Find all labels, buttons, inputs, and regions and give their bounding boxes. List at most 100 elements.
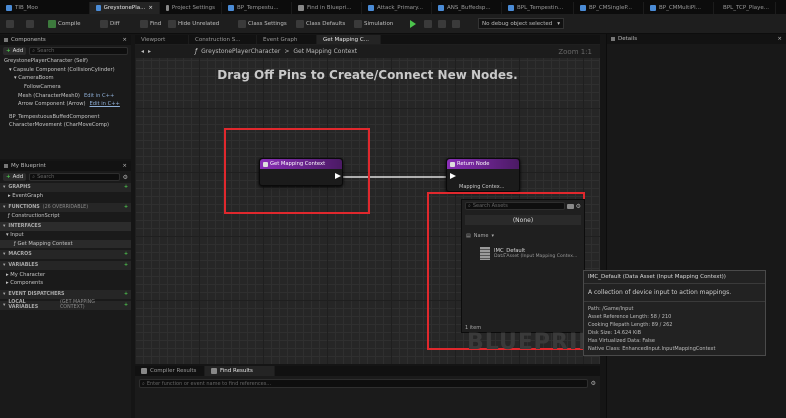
close-icon[interactable]: ×: [122, 163, 127, 169]
diff-button[interactable]: Diff: [100, 18, 120, 30]
components-search-input[interactable]: ⌕ Search: [29, 47, 128, 55]
tooltip-path: Path: /Game/Input: [588, 306, 634, 312]
tooltip-title: IMC_Default (Data Asset (Input Mapping C…: [584, 271, 765, 284]
return-node[interactable]: Return Node Mapping Contex...: [446, 158, 520, 192]
search-icon: ⌕: [32, 174, 36, 180]
edit-in-cpp-link[interactable]: Edit in C++: [90, 101, 120, 107]
tab-bpl-tcp[interactable]: BPL_TCP_Playe...: [714, 2, 776, 14]
blueprint-icon: [580, 5, 586, 11]
component-item[interactable]: BP_TempestuousBuffedComponent: [4, 113, 131, 122]
plus-icon[interactable]: +: [124, 292, 128, 297]
close-icon[interactable]: ×: [122, 37, 127, 43]
tab-bp-cmmulti[interactable]: BP_CMMultiPl...: [644, 2, 714, 14]
search-icon: ⌕: [468, 203, 471, 209]
tab-ans-buffed[interactable]: ANS_Buffedsp...: [432, 2, 502, 14]
macros-section[interactable]: ▾ MACROS +: [0, 250, 131, 260]
interface-item-get-mapping-context[interactable]: ƒ Get Mapping Context: [0, 239, 131, 249]
tab-greystone[interactable]: GreystonePla... ×: [90, 2, 160, 14]
components-panel: Components × + Add ⌕ Search GreystonePlayer…: [0, 35, 131, 159]
tab-project-settings[interactable]: Project Settings: [160, 2, 222, 14]
variable-group-components[interactable]: ▸ Components: [0, 279, 131, 288]
event-dispatchers-section[interactable]: ▾ EVENT DISPATCHERS +: [0, 289, 131, 299]
tab-bpl-tempestin[interactable]: BPL_Tempestin...: [502, 2, 574, 14]
class-settings-button[interactable]: Class Settings: [238, 18, 287, 30]
close-icon[interactable]: ×: [148, 5, 153, 11]
diff-icon: [100, 20, 108, 28]
simulation-label: Simulation: [364, 21, 394, 27]
browse-button[interactable]: [26, 18, 34, 30]
component-item[interactable]: ▾ Capsule Component (CollisionCylinder): [4, 66, 131, 75]
defaults-icon: [296, 20, 304, 28]
graphs-section[interactable]: ▾ GRAPHS +: [0, 183, 131, 192]
play-icon: [410, 20, 416, 28]
asset-search-input[interactable]: ⌕ Search Assets: [465, 202, 565, 210]
component-label: Capsule Component (CollisionCylinder): [13, 66, 115, 73]
interfaces-section[interactable]: ▾ INTERFACES: [0, 222, 131, 232]
tab-bp-cmsingle[interactable]: BP_CMSingleP...: [574, 2, 644, 14]
breadcrumb-root[interactable]: GreystonePlayerCharacter: [201, 48, 280, 55]
blueprint-graph-canvas[interactable]: Drag Off Pins to Create/Connect New Node…: [135, 44, 600, 364]
component-item[interactable]: ▾ CameraBoom: [4, 74, 131, 83]
component-item[interactable]: GreystonePlayerCharacter (Self): [4, 57, 131, 66]
variables-section[interactable]: ▾ VARIABLES +: [0, 261, 131, 271]
functions-section[interactable]: ▾ FUNCTIONS (26 OVERRIDABLE) +: [0, 202, 131, 212]
step-button[interactable]: [424, 18, 432, 30]
plus-icon[interactable]: +: [124, 303, 128, 308]
gear-icon[interactable]: ⚙: [123, 174, 128, 181]
find-references-input[interactable]: ⌕ Enter function or event name to find re…: [139, 379, 588, 388]
find-options-icon[interactable]: ⚙: [591, 380, 596, 387]
asset-search-placeholder: Search Assets: [472, 203, 508, 209]
variable-group-my-character[interactable]: ▸ My Character: [0, 270, 131, 279]
tab-label: Find in Bluepri...: [307, 5, 352, 11]
gear-icon[interactable]: ⚙: [576, 203, 581, 210]
hide-unrelated-button[interactable]: Hide Unrelated: [168, 18, 219, 30]
component-item[interactable]: FollowCamera: [4, 83, 131, 92]
options-button[interactable]: [452, 18, 460, 30]
document-tab-bar: TIB_Moo GreystonePla... × Project Setting…: [0, 0, 786, 14]
none-option[interactable]: (None): [465, 215, 581, 225]
edit-in-cpp-link[interactable]: Edit in C++: [84, 93, 114, 99]
find-button[interactable]: Find: [140, 18, 161, 30]
stop-icon: [438, 20, 446, 28]
add-member-button[interactable]: + Add: [3, 173, 27, 181]
add-component-button[interactable]: + Add: [3, 47, 27, 55]
tab-label: Attack_Primary...: [377, 5, 424, 11]
exec-in-pin[interactable]: [450, 173, 456, 179]
function-item-constructionscript[interactable]: ƒ ConstructionScript: [0, 212, 131, 221]
plus-icon[interactable]: +: [124, 185, 128, 190]
tab-tib-moo[interactable]: TIB_Moo: [0, 2, 90, 14]
plus-icon[interactable]: +: [124, 252, 128, 257]
tab-find-in-blueprints[interactable]: Find in Bluepri...: [292, 2, 362, 14]
class-defaults-button[interactable]: Class Defaults: [296, 18, 345, 30]
component-label: GreystonePlayerCharacter (Self): [4, 58, 88, 65]
component-item[interactable]: CharacterMovement (CharMoveComp): [4, 121, 131, 130]
stop-button[interactable]: [438, 18, 446, 30]
tab-find-results[interactable]: Find Results: [205, 366, 275, 376]
graph-label: EventGraph: [12, 193, 44, 200]
debug-object-dropdown[interactable]: No debug object selected ▾: [478, 18, 564, 29]
component-item[interactable]: Mesh (CharacterMesh0) Edit in C++: [4, 91, 131, 100]
interface-group-input[interactable]: ▾ Input: [0, 231, 131, 240]
tab-attack-primary[interactable]: Attack_Primary...: [362, 2, 432, 14]
back-arrow-icon[interactable]: ◂: [141, 48, 144, 55]
folder-icon[interactable]: [566, 203, 574, 209]
local-variables-section[interactable]: ▾ LOCAL VARIABLES (GET MAPPING CONTEXT) +: [0, 300, 131, 310]
compile-button[interactable]: Compile: [48, 18, 81, 30]
variable-group-label: Components: [10, 280, 44, 287]
plus-icon[interactable]: +: [124, 263, 128, 268]
tab-bp-tempestu[interactable]: BP_Tempestu...: [222, 2, 292, 14]
tab-label: TIB_Moo: [15, 5, 38, 11]
close-icon[interactable]: ×: [777, 36, 782, 42]
save-button[interactable]: [6, 18, 14, 30]
plus-icon[interactable]: +: [124, 205, 128, 210]
asset-row-imc-default[interactable]: IMC_Default Data Asset (Input Mapping Co…: [462, 243, 584, 263]
simulation-button[interactable]: Simulation: [354, 18, 393, 30]
section-label: VARIABLES: [8, 263, 39, 269]
asset-list-header[interactable]: ▤ Name ▾: [462, 231, 584, 240]
play-button[interactable]: [410, 18, 416, 30]
graph-item-eventgraph[interactable]: ▸ EventGraph: [0, 192, 131, 201]
forward-arrow-icon[interactable]: ▸: [148, 48, 151, 55]
my-blueprint-search-input[interactable]: ⌕ Search: [29, 173, 120, 181]
component-item[interactable]: Arrow Component (Arrow) Edit in C++: [4, 100, 131, 109]
tab-compiler-results[interactable]: Compiler Results: [135, 366, 205, 376]
